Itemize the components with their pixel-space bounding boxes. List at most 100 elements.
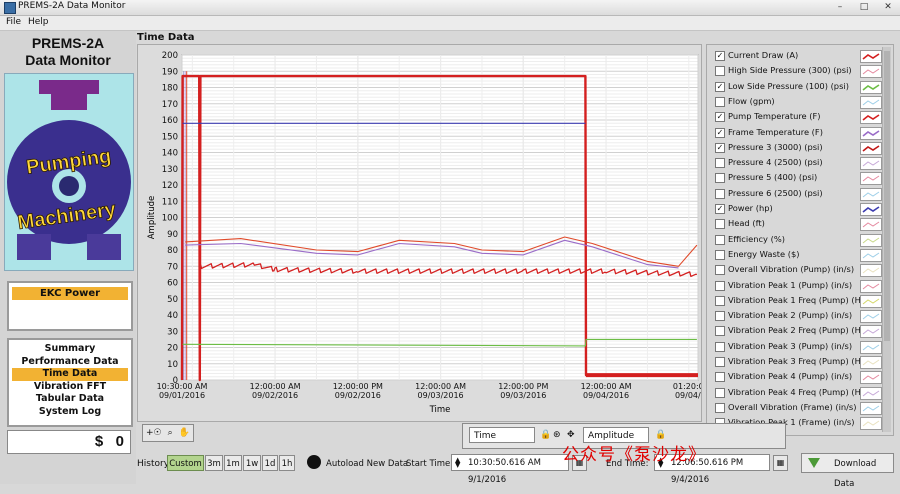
autoload-toggle[interactable] [307,455,321,469]
legend-checkbox[interactable] [715,402,725,413]
cursor-move-icon[interactable]: ✥ [567,430,575,440]
legend-scrollbar[interactable] [882,47,891,432]
legend-checkbox[interactable] [715,234,725,245]
cursor-x-field[interactable]: Time [469,427,535,443]
legend-swatch[interactable] [860,325,882,339]
legend-checkbox[interactable] [715,295,725,306]
legend-row[interactable]: Vibration Peak 2 Freq (Pump) (Hz) [707,324,893,339]
nav-item-tabular-data[interactable]: Tabular Data [12,393,128,406]
legend-swatch[interactable] [860,65,882,79]
history-1m-button[interactable]: 1m [224,455,242,471]
menu-file[interactable]: File [6,17,21,27]
legend-row[interactable]: Vibration Peak 2 (Pump) (in/s) [707,309,893,324]
legend-checkbox[interactable] [715,357,725,367]
spinner-icon[interactable]: ▲ ▼ [455,457,460,469]
legend-swatch[interactable] [860,172,882,186]
legend-row[interactable]: ✓ Current Draw (A) [707,49,893,63]
legend-row[interactable]: Vibration Peak 4 Freq (Pump) (Hz) [707,386,893,400]
close-icon[interactable]: ✕ [880,1,896,13]
legend-row[interactable]: Flow (gpm) [707,95,893,109]
cursor-snap-icon[interactable]: ⊛ [553,430,561,440]
legend-row[interactable]: Vibration Peak 3 (Pump) (in/s) [707,340,893,354]
legend-checkbox[interactable] [715,158,725,169]
legend-swatch[interactable] [860,233,882,247]
legend-checkbox[interactable] [715,326,725,337]
legend-checkbox[interactable]: ✓ [715,142,725,153]
chart-svg[interactable]: 0102030405060708090100110120130140150160… [138,45,701,421]
legend-row[interactable]: Pressure 4 (2500) (psi) [707,156,893,171]
legend-row[interactable]: ✓ Pressure 3 (3000) (psi) [707,141,893,155]
legend-row[interactable]: Vibration Peak 1 Freq (Pump) (Hz) [707,294,893,308]
nav-item-time-data[interactable]: Time Data [12,368,128,381]
legend-row[interactable]: Vibration Peak 1 (Pump) (in/s) [707,279,893,293]
legend-checkbox[interactable] [715,311,725,322]
legend-swatch[interactable] [860,218,882,232]
cursor-lock-icon[interactable]: 🔒 [540,430,551,440]
legend-checkbox[interactable] [715,96,725,107]
menu-help[interactable]: Help [28,17,49,27]
legend-swatch[interactable] [860,187,882,201]
legend-swatch[interactable] [860,126,882,140]
legend-checkbox[interactable] [715,387,725,398]
legend-row[interactable]: ✓ Power (hp) [707,202,893,216]
nav-item-system-log[interactable]: System Log [12,406,128,419]
nav-item-summary[interactable]: Summary [12,343,128,356]
legend-swatch[interactable] [860,340,882,354]
legend-row[interactable]: High Side Pressure (300) (psi) [707,64,893,79]
maximize-icon[interactable]: □ [856,1,872,13]
legend-row[interactable]: Pressure 5 (400) (psi) [707,171,893,186]
legend-swatch[interactable] [860,95,882,109]
legend-checkbox[interactable]: ✓ [715,204,725,214]
legend-swatch[interactable] [860,80,882,94]
legend-swatch[interactable] [860,356,882,369]
legend-row[interactable]: Overall Vibration (Frame) (in/s) [707,401,893,415]
legend-swatch[interactable] [860,371,882,385]
legend-swatch[interactable] [860,386,882,400]
legend-swatch[interactable] [860,141,882,155]
legend-checkbox[interactable]: ✓ [715,127,725,138]
nav-item-vibration-fft[interactable]: Vibration FFT [12,381,128,394]
cursor-crosshair-icon[interactable]: +☉ [146,428,162,438]
legend-checkbox[interactable] [715,341,725,352]
download-data-button[interactable]: Download Data [801,453,894,489]
legend-row[interactable]: Energy Waste ($) [707,248,893,262]
legend-checkbox[interactable] [715,249,725,260]
legend-swatch[interactable] [860,248,882,262]
legend-swatch[interactable] [860,401,882,415]
legend-checkbox[interactable] [715,219,725,230]
legend-swatch[interactable] [860,417,882,431]
legend-swatch[interactable] [860,264,882,278]
legend-swatch[interactable] [860,111,882,125]
legend-checkbox[interactable] [715,280,725,291]
legend-row[interactable]: Overall Vibration (Pump) (in/s) [707,263,893,278]
history-1h-button[interactable]: 1h [279,455,295,471]
legend-row[interactable]: Efficiency (%) [707,233,893,247]
legend-checkbox[interactable] [715,173,725,184]
history-1w-button[interactable]: 1w [243,455,261,471]
minimize-icon[interactable]: – [832,1,848,13]
legend-swatch[interactable] [860,50,882,63]
start-time-field[interactable]: ▲ ▼ 10:30:50.616 AM 9/1/2016 [451,454,569,485]
legend-swatch[interactable] [860,279,882,293]
legend-checkbox[interactable]: ✓ [715,51,725,61]
legend-row[interactable]: Pressure 6 (2500) (psi) [707,187,893,201]
legend-checkbox[interactable] [715,372,725,383]
history-3m-button[interactable]: 3m [205,455,223,471]
legend-swatch[interactable] [860,157,882,171]
legend-checkbox[interactable]: ✓ [715,112,725,123]
nav-item-performance-data[interactable]: Performance Data [12,356,128,369]
legend-row[interactable]: ✓ Pump Temperature (F) [707,110,893,125]
legend-swatch[interactable] [860,203,882,216]
time-data-chart[interactable]: 0 10 20 30 40 50 60 70 80 90 100 110 120 130 140 150 160… [137,44,702,422]
legend-row[interactable]: Vibration Peak 4 (Pump) (in/s) [707,370,893,385]
legend-swatch[interactable] [860,310,882,324]
history-custom-button[interactable]: Custom [167,455,204,471]
legend-checkbox[interactable] [715,66,725,77]
legend-row[interactable]: Head (ft) [707,217,893,232]
pan-hand-icon[interactable]: ✋ [179,428,190,438]
end-calendar-icon[interactable]: ▦ [773,455,788,471]
legend-row[interactable]: ✓ Low Side Pressure (100) (psi) [707,80,893,94]
legend-scroll-thumb[interactable] [884,51,890,341]
legend-checkbox[interactable] [715,188,725,199]
history-1d-button[interactable]: 1d [262,455,278,471]
